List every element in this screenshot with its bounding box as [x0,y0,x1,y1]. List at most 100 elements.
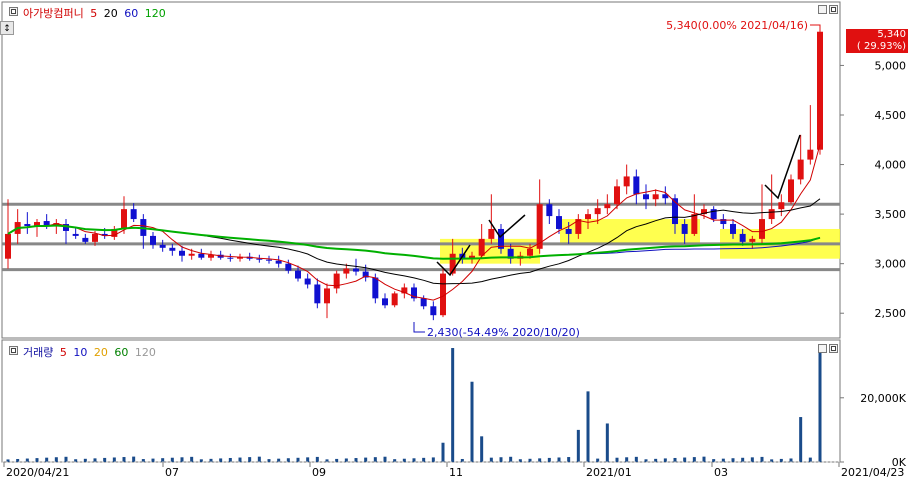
low-annotation: 2,430(-54.49% 2020/10/20) [427,326,580,339]
legend-ma120: 120 [144,7,166,20]
volume-bar [547,457,551,462]
volume-bar [132,456,136,462]
volume-bar [25,458,29,462]
volume-bar [799,417,803,462]
candle-body [92,233,98,242]
candle-body [488,228,495,239]
x-tick-label: 03 [714,466,728,479]
volume-bar [451,348,455,462]
volume-bar [741,457,745,462]
candle-body [266,259,272,261]
volume-bar [190,456,194,462]
volume-bar [625,457,629,462]
volume-bar [383,456,387,462]
legend-v20: 20 [93,346,108,359]
volume-bar [586,391,590,462]
high-annotation: 5,340(0.00% 2021/04/16) [666,19,808,32]
candle-body [121,209,127,229]
volume-bar [499,457,503,462]
volume-bar [750,457,754,462]
volume-bar [692,457,696,462]
candle-body [150,235,156,245]
volume-bar [354,458,358,462]
price-pane-toggle[interactable] [9,7,18,16]
candle-body [797,159,804,180]
volume-bar [789,458,793,462]
zoom-button-icon[interactable]: ↕ [0,21,14,35]
volume-bar [180,457,184,462]
volume-bar [576,429,580,462]
volume-bar [489,457,493,462]
price-tick-label: 4,000 [875,159,907,172]
candle-body [478,238,485,256]
candle-body [285,263,292,271]
low-annotation-arrow [413,322,425,333]
candle-body [198,253,205,258]
candle-body [275,260,282,264]
candle-body [391,293,398,306]
volume-bar [238,457,242,462]
candle-body [614,186,620,205]
volume-bar [808,457,812,462]
current-price-value: 5,340 [877,29,906,40]
volume-bar [683,457,687,462]
candle-body [420,298,427,307]
volume-bar [557,457,561,462]
volume-bar [567,457,571,462]
candle-body [778,202,785,210]
legend-v5: 5 [59,346,67,359]
volume-bar [103,457,107,462]
candle-body [430,306,437,316]
volume-bar [431,457,435,462]
candle-body [585,214,591,220]
volume-bar [538,458,542,462]
price-legend: 아가방컴퍼니 5 20 60 120 [23,5,169,21]
volume-bar [151,458,155,462]
candle-body [343,268,350,274]
candle-body [159,244,166,248]
candle-body [594,208,601,215]
price-pane-maximize-button[interactable] [829,5,838,14]
candle-body [739,233,746,242]
volume-bar [470,381,474,462]
legend-v10: 10 [73,346,88,359]
candle-body [643,194,649,200]
candle-body [565,228,572,234]
candle-body [304,278,311,285]
candle-body [652,194,659,200]
volume-bar [122,457,126,462]
candle-body [691,214,698,234]
price-tick-label: 5,000 [875,59,907,72]
volume-pane-maximize-button[interactable] [829,344,838,353]
x-tick-label: 2020/04/21 [6,466,69,479]
volume-bar [480,436,484,462]
volume-bar [35,458,39,462]
volume-bar [731,458,735,462]
candle-body [227,257,234,259]
volume-bar [306,457,310,462]
volume-bar [596,458,600,462]
volume-bar [373,457,377,462]
volume-bar [228,457,232,462]
candle-body [333,273,340,289]
volume-bar [170,457,174,462]
volume-tick-label: 20,000K [860,392,906,405]
volume-pane-toggle[interactable] [9,346,18,355]
legend-ma60: 60 [124,7,139,20]
stock-chart: 5,000 4,500 4,000 3,500 3,000 2,500 5,340(0.00… [1,1,907,479]
candle-body [556,216,562,229]
volume-bar [161,458,165,462]
candle-body [623,176,630,187]
candle-body [633,176,640,195]
volume-pane-minimize-button[interactable] [818,344,827,353]
volume-bar [257,456,261,462]
volume-bar [605,423,609,462]
candle-body [788,179,794,203]
volume-bar [344,458,348,462]
check-mark-annotation [764,134,801,200]
price-pane-minimize-button[interactable] [818,5,827,14]
candle-body [353,268,359,272]
volume-legend: 거래량 5 10 20 60 120 [23,344,159,360]
candle-body [372,277,379,299]
x-tick-label: 2021/04/23 [841,466,904,479]
